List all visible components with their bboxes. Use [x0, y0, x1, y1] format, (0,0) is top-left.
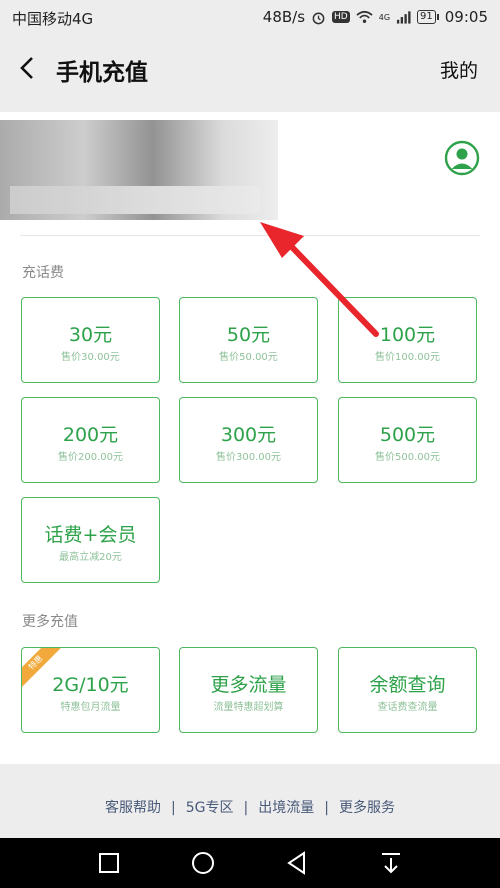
clock: 09:05: [444, 8, 488, 26]
section-label-recharge: 充话费: [22, 265, 64, 281]
recharge-option[interactable]: 30元售价30.00元: [21, 297, 160, 383]
option-price: 售价200.00元: [58, 452, 123, 463]
option-price: 售价100.00元: [375, 352, 440, 363]
divider: [20, 235, 480, 236]
circle-nav-icon[interactable]: [190, 850, 216, 876]
more-option[interactable]: 特惠 2G/10元 特惠包月流量: [21, 647, 160, 733]
recharge-option[interactable]: 200元售价200.00元: [21, 397, 160, 483]
triangle-back-nav-icon[interactable]: [284, 850, 310, 876]
option-desc: 流量特惠超划算: [213, 702, 284, 713]
option-title: 余额查询: [369, 674, 446, 696]
battery-level: 91: [417, 10, 436, 24]
avatar-icon[interactable]: [444, 140, 480, 176]
option-desc: 特惠包月流量: [60, 702, 121, 713]
option-price: 售价500.00元: [375, 452, 440, 463]
nav-bar: 手机充值 我的: [0, 36, 500, 100]
recharge-option[interactable]: 100元售价100.00元: [338, 297, 477, 383]
signal-icon: [396, 11, 411, 24]
option-amount: 30元: [68, 324, 113, 346]
section-label-more: 更多充值: [22, 614, 78, 630]
recharge-card: 充话费 30元售价30.00元 50元售价50.00元 100元售价100.00…: [0, 112, 500, 764]
recharge-option[interactable]: 500元售价500.00元: [338, 397, 477, 483]
option-title: 更多流量: [210, 674, 287, 696]
footer-link-5g[interactable]: 5G专区: [186, 800, 234, 816]
recharge-option[interactable]: 话费+会员最高立减20元: [21, 497, 160, 583]
option-amount: 300元: [220, 424, 277, 446]
footer-link-roaming[interactable]: 出境流量: [258, 800, 314, 816]
back-icon[interactable]: [14, 54, 42, 82]
wifi-icon: [356, 10, 373, 23]
footer-link-more[interactable]: 更多服务: [339, 800, 395, 816]
system-nav-bar: [0, 838, 500, 888]
recharge-option[interactable]: 50元售价50.00元: [179, 297, 318, 383]
option-price: 最高立减20元: [59, 552, 122, 563]
option-amount: 话费+会员: [44, 524, 137, 546]
mine-link[interactable]: 我的: [440, 56, 478, 83]
recharge-option[interactable]: 300元售价300.00元: [179, 397, 318, 483]
phone-number-mosaic: [0, 120, 278, 220]
option-price: 售价300.00元: [216, 452, 281, 463]
option-amount: 200元: [62, 424, 119, 446]
alarm-icon: [312, 12, 325, 24]
option-price: 售价30.00元: [61, 352, 120, 363]
more-option[interactable]: 余额查询查话费查流量: [338, 647, 477, 733]
page-title: 手机充值: [56, 60, 148, 86]
status-right: 48B/s HD 4G 91 09:05: [263, 8, 488, 26]
option-title: 2G/10元: [52, 674, 129, 696]
network-type: 4G: [378, 12, 391, 22]
option-price: 售价50.00元: [219, 352, 278, 363]
option-amount: 500元: [379, 424, 436, 446]
footer-links: 客服帮助 | 5G专区 | 出境流量 | 更多服务: [105, 800, 395, 816]
hd-badge: HD: [332, 11, 350, 23]
option-desc: 查话费查流量: [377, 702, 438, 713]
network-speed: 48B/s: [262, 8, 306, 26]
download-nav-icon[interactable]: [378, 850, 404, 876]
footer-link-help[interactable]: 客服帮助: [105, 800, 161, 816]
battery-indicator: 91: [417, 10, 439, 24]
square-nav-icon[interactable]: [96, 850, 122, 876]
option-amount: 50元: [226, 324, 271, 346]
option-amount: 100元: [379, 324, 436, 346]
carrier-label: 中国移动4G: [12, 10, 94, 28]
more-option[interactable]: 更多流量流量特惠超划算: [179, 647, 318, 733]
status-bar: 中国移动4G 48B/s HD 4G 91 09:05: [0, 0, 500, 36]
